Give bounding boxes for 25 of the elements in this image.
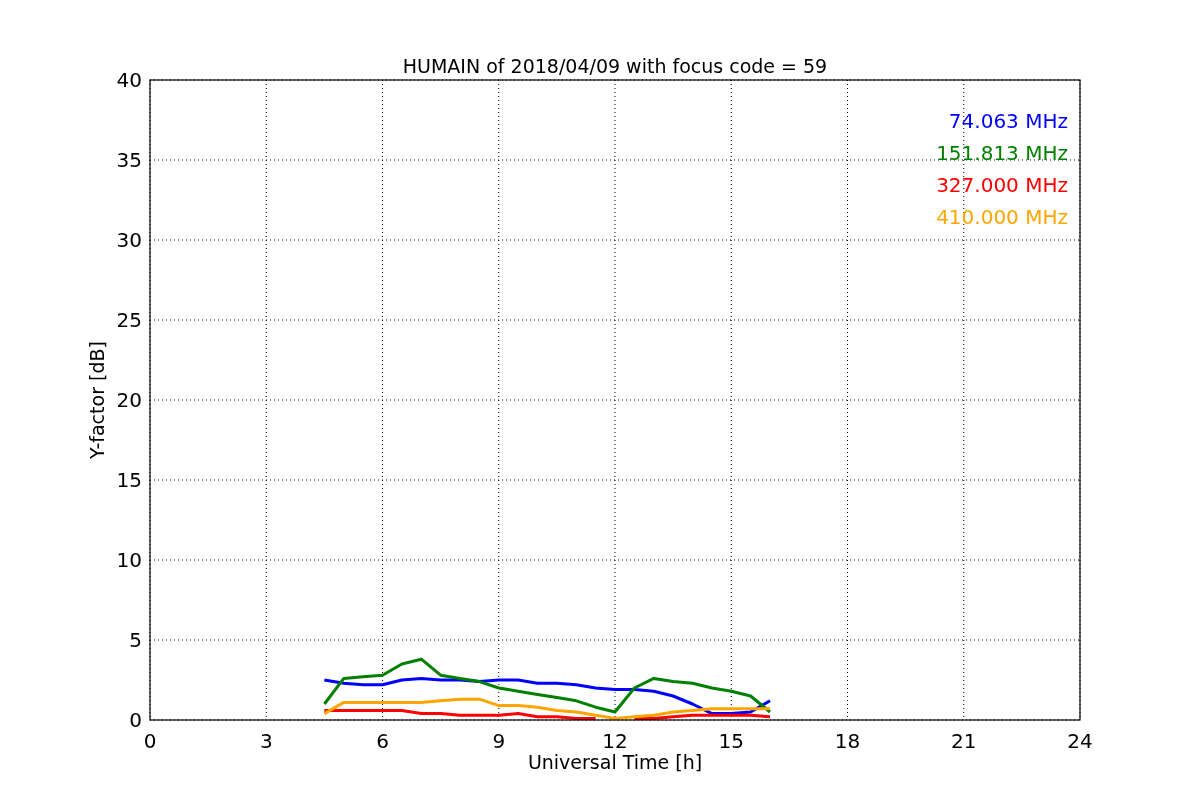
- x-axis-label: Universal Time [h]: [527, 751, 703, 773]
- legend-label: 74.063 MHz: [948, 109, 1068, 133]
- legend-label: 410.000 MHz: [936, 205, 1068, 229]
- legend-label: 327.000 MHz: [936, 173, 1068, 197]
- x-tick-label: 0: [143, 729, 157, 753]
- x-tick-label: 24: [1067, 729, 1093, 753]
- y-tick-label: 5: [129, 628, 142, 652]
- y-axis-label: Y-factor [dB]: [86, 341, 108, 459]
- x-tick-label: 6: [376, 729, 389, 753]
- x-tick-label: 21: [951, 729, 977, 753]
- x-tick-label: 9: [492, 729, 506, 753]
- legend-label: 151.813 MHz: [936, 141, 1068, 165]
- y-tick-label: 20: [116, 388, 142, 412]
- x-tick-label: 3: [259, 729, 273, 753]
- x-tick-label: 12: [602, 729, 628, 753]
- y-tick-label: 10: [116, 548, 142, 572]
- y-tick-label: 15: [116, 468, 142, 492]
- x-tick-label: 18: [834, 729, 861, 753]
- y-tick-label: 0: [129, 708, 142, 732]
- y-tick-label: 40: [116, 68, 142, 92]
- x-tick-label: 15: [718, 729, 744, 753]
- y-tick-label: 30: [116, 228, 142, 252]
- y-tick-label: 35: [116, 148, 142, 172]
- y-tick-label: 25: [116, 308, 142, 332]
- chart-title: HUMAIN of 2018/04/09 with focus code = 59: [402, 55, 828, 77]
